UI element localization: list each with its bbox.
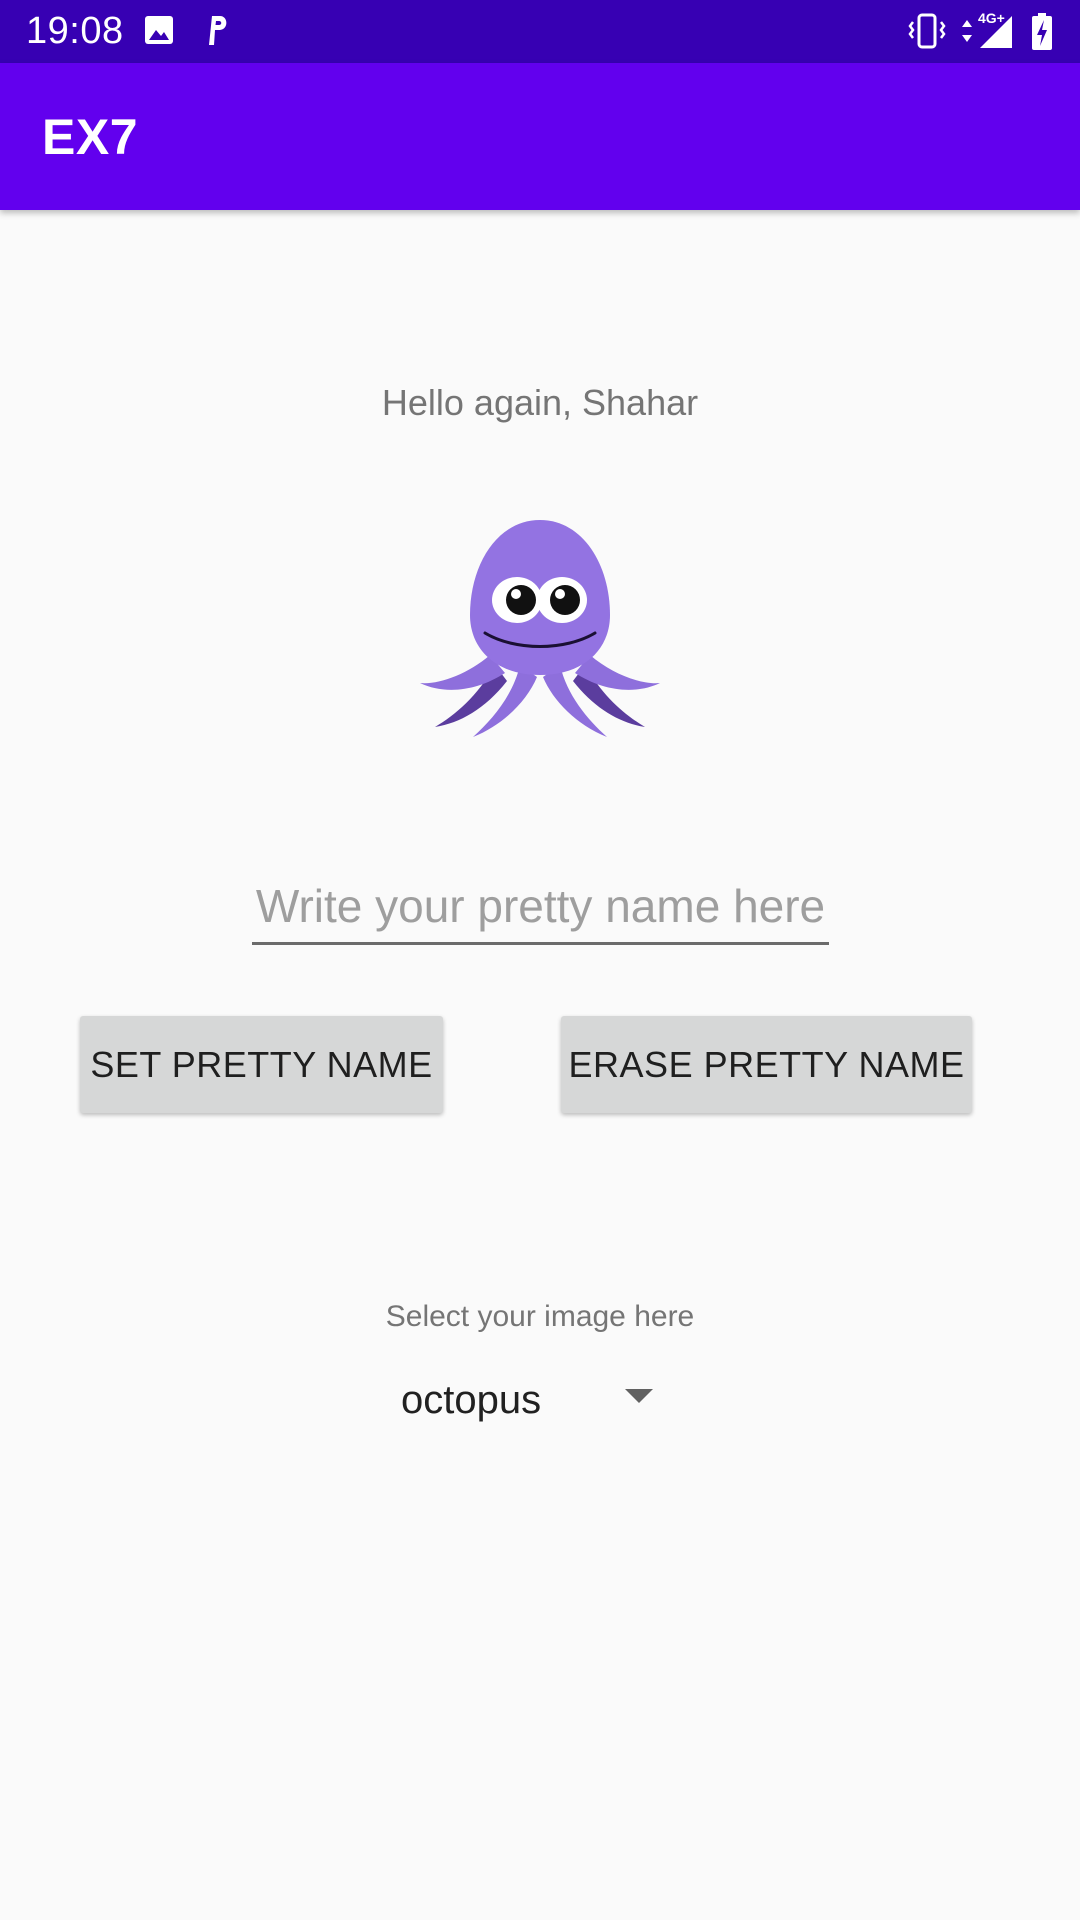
network-4g-icon bbox=[962, 20, 972, 42]
status-time: 19:08 bbox=[26, 10, 124, 52]
image-icon bbox=[145, 16, 173, 44]
octopus-icon bbox=[420, 520, 660, 737]
dropdown-arrow-icon bbox=[625, 1389, 653, 1403]
app-bar: EX7 bbox=[0, 63, 1080, 210]
signal-icon bbox=[980, 16, 1012, 48]
set-pretty-name-button[interactable]: SET PRETTY NAME bbox=[80, 1016, 443, 1113]
status-bar: 19:08 4G+ bbox=[0, 0, 1080, 63]
vibrate-icon bbox=[908, 13, 946, 49]
battery-charging-icon bbox=[1032, 13, 1052, 50]
parking-icon bbox=[209, 16, 227, 45]
erase-pretty-name-button[interactable]: ERASE PRETTY NAME bbox=[561, 1016, 972, 1113]
greeting-text: Hello again, Shahar bbox=[381, 382, 699, 423]
pretty-name-input[interactable] bbox=[252, 870, 829, 945]
selected-image-value: octopus bbox=[401, 1378, 542, 1422]
image-select-dropdown[interactable]: octopus bbox=[380, 1365, 680, 1435]
select-image-label: Select your image here bbox=[385, 1300, 695, 1333]
app-title: EX7 bbox=[42, 109, 139, 165]
